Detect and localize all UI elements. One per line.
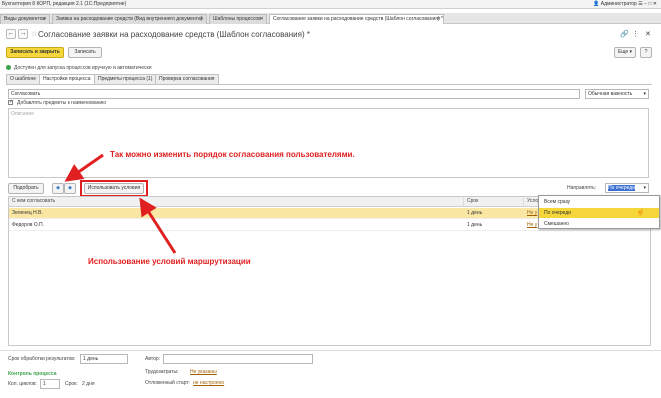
close-icon[interactable]: ✕ — [260, 16, 264, 22]
option-label: По очереди — [544, 210, 571, 216]
form-header: ← → ☆ Согласование заявки на расходовани… — [0, 29, 661, 41]
tab-label: Шаблоны процессов — [213, 16, 261, 22]
term-value: 2 дня — [82, 381, 95, 387]
description-placeholder: Описание — [11, 111, 35, 117]
status-ok-icon — [6, 65, 11, 70]
more-button[interactable]: Еще ▾ — [614, 47, 636, 58]
cell-term: 1 день — [467, 210, 483, 216]
tab-approval-check[interactable]: Проверка согласования — [155, 74, 219, 84]
cycles-label: Кол. циклов: — [8, 381, 37, 387]
chevron-down-icon: ▾ — [643, 91, 646, 97]
labor-label: Трудозатраты: — [145, 369, 179, 375]
close-icon[interactable]: ✕ — [200, 16, 204, 22]
deferred-link[interactable]: не настроено — [193, 380, 224, 386]
kebab-menu-icon[interactable]: ⋮ — [632, 30, 639, 38]
tab-process-subjects[interactable]: Предметы процесса (1) — [94, 74, 157, 84]
annotation-order: Так можно изменить порядок согласования … — [110, 150, 355, 159]
bottom-divider — [0, 350, 661, 351]
window-title: Бухгалтерия 8 КОРП, редакция 2.1 (1С:Пре… — [2, 1, 127, 7]
save-and-close-button[interactable]: Записать и закрыть — [6, 47, 64, 58]
close-icon[interactable]: ✕ — [437, 16, 441, 22]
annotation-routing: Использование условий маршрутизации — [88, 257, 251, 266]
favorite-star-icon[interactable]: ☆ — [31, 30, 37, 38]
importance-value: Обычная важность — [588, 91, 633, 97]
link-icon[interactable]: 🔗 — [620, 30, 629, 38]
processing-label: Срок обработки результатов: — [8, 356, 76, 362]
pick-button[interactable]: Подобрать — [8, 183, 44, 194]
user-name: Администратор — [600, 1, 637, 7]
option-all-at-once[interactable]: Всем сразу — [539, 197, 659, 207]
option-mixed[interactable]: Смешанно — [539, 219, 659, 229]
tab-label: Заявка на расходование средств (Вид внут… — [56, 16, 203, 22]
deferred-label: Отложенный старт: — [145, 380, 191, 386]
tab-about-template[interactable]: О шаблоне — [6, 74, 41, 84]
tab-label: Согласование заявки на расходование сред… — [273, 16, 443, 22]
conditions-highlight-box — [80, 180, 148, 197]
close-icon[interactable]: ✕ — [43, 16, 47, 22]
cell-who: Зеленец Н.В. — [12, 210, 43, 216]
help-button[interactable]: ? — [640, 47, 652, 58]
author-label: Автор: — [145, 356, 161, 362]
option-in-turn[interactable]: По очереди ☝ — [539, 208, 659, 218]
status-text: Доступен для запуска процессов вручную и… — [14, 65, 152, 71]
save-button[interactable]: Записать — [68, 47, 102, 58]
chevron-down-icon: ▾ — [643, 185, 646, 191]
add-subjects-checkbox[interactable]: ✓ — [8, 100, 13, 105]
description-textarea[interactable]: Описание — [8, 108, 649, 178]
direction-select[interactable]: По очереди ▾ — [605, 183, 649, 193]
forward-arrow-icon[interactable]: → — [18, 29, 28, 39]
task-name-input[interactable]: Согласовать — [8, 89, 580, 99]
processing-term-input[interactable]: 1 день — [80, 354, 128, 364]
more-label: Еще — [617, 49, 629, 55]
direction-label: Направлять: — [567, 185, 597, 191]
page-title: Согласование заявки на расходование сред… — [38, 30, 310, 39]
window-titlebar: Бухгалтерия 8 КОРП, редакция 2.1 (1С:Пре… — [0, 0, 661, 9]
close-form-icon[interactable]: ✕ — [645, 30, 651, 38]
labor-link[interactable]: Не указаны — [190, 369, 217, 375]
back-arrow-icon[interactable]: ← — [6, 29, 16, 39]
tab-process-settings[interactable]: Настройки процесса — [39, 74, 95, 84]
window-user[interactable]: 👤 Администратор ☰ − □ ✕ — [593, 1, 657, 7]
tab-doc-types[interactable]: Виды документов ✕ — [0, 14, 50, 24]
cell-who: Федоров О.П. — [12, 222, 45, 228]
tabs-divider — [6, 84, 652, 85]
move-up-icon[interactable]: ◆ — [52, 183, 64, 194]
term-label: Срок: — [65, 381, 78, 387]
col-header-term[interactable]: Срок — [464, 197, 524, 207]
tab-process-templates[interactable]: Шаблоны процессов ✕ — [209, 14, 267, 24]
tab-label: Виды документов — [4, 16, 46, 22]
tab-request-doc-type[interactable]: Заявка на расходование средств (Вид внут… — [52, 14, 207, 24]
open-tabs-bar: Виды документов ✕ Заявка на расходование … — [0, 13, 661, 24]
cycles-input[interactable]: 1 — [40, 379, 60, 389]
add-subjects-label: Добавлять предметы к наименованию — [17, 100, 106, 106]
cursor-pointer-icon: ☝ — [636, 209, 645, 216]
direction-dropdown-list: Всем сразу По очереди ☝ Смешанно — [538, 195, 660, 229]
process-control-heading: Контроль процесса — [8, 371, 57, 377]
col-header-who[interactable]: С кем согласовать — [9, 197, 464, 207]
tab-approval-template[interactable]: Согласование заявки на расходование сред… — [269, 14, 444, 24]
move-down-icon[interactable]: ◆ — [64, 183, 76, 194]
author-input[interactable] — [163, 354, 313, 364]
status-row: Доступен для запуска процессов вручную и… — [6, 64, 652, 72]
importance-select[interactable]: Обычная важность ▾ — [585, 89, 649, 99]
direction-value: По очереди — [608, 185, 635, 191]
cell-term: 1 день — [467, 222, 483, 228]
